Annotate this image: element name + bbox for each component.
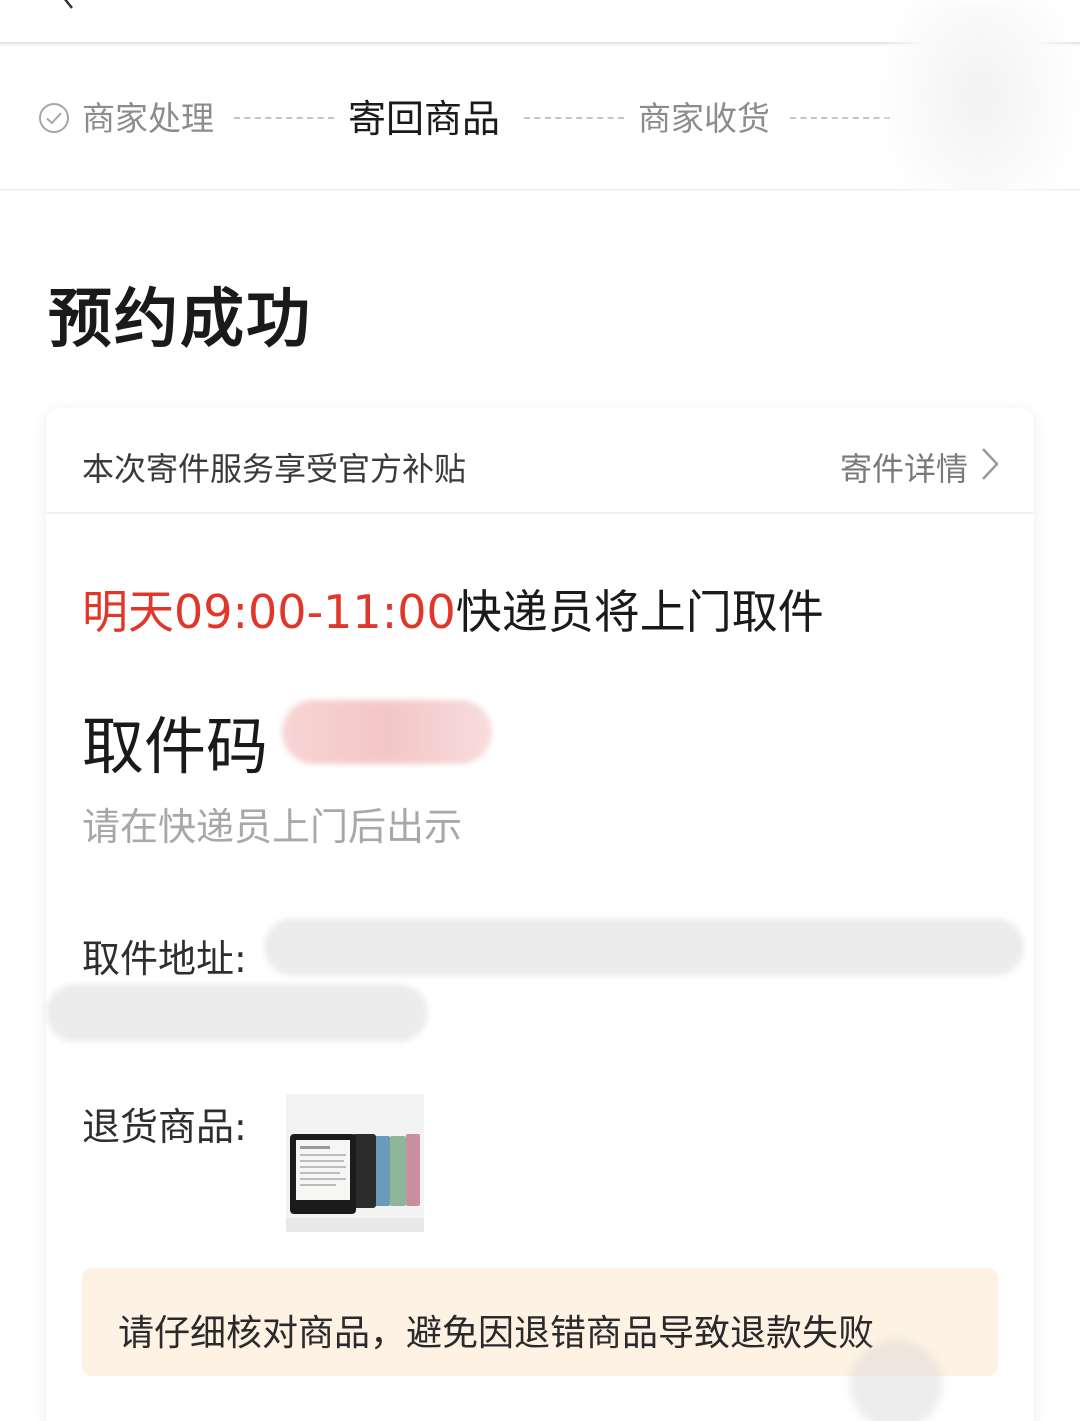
check-circle-icon xyxy=(39,103,69,133)
pickup-code-redacted xyxy=(282,700,492,764)
page-title: 预约成功 xyxy=(48,283,312,357)
chevron-left-icon[interactable] xyxy=(56,0,80,10)
notice-text: 请仔细核对商品，避免因退错商品导致退款失败 xyxy=(118,1313,875,1354)
pickup-time-highlight: 明天09:00-11:00 xyxy=(82,585,456,639)
pickup-address-redacted xyxy=(264,918,1024,976)
pickup-time-text: 明天09:00-11:00快递员将上门取件 xyxy=(82,576,824,642)
step-connector xyxy=(524,117,624,119)
step-connector xyxy=(790,117,890,119)
subsidy-text: 本次寄件服务享受官方补贴 xyxy=(82,450,467,488)
pickup-address-redacted xyxy=(46,984,428,1042)
step-return-goods: 寄回商品 xyxy=(348,97,501,141)
step-merchant-receive: 商家收货 xyxy=(638,99,770,138)
ereader-product-image xyxy=(286,1094,424,1232)
return-goods-label: 退货商品: xyxy=(82,1105,247,1149)
step-connector xyxy=(234,117,334,119)
pickup-code-label: 取件码 xyxy=(82,710,269,783)
shipping-detail-link[interactable]: 寄件详情 xyxy=(840,444,968,490)
step-merchant-processing: 商家处理 xyxy=(82,99,214,138)
card-header: 本次寄件服务享受官方补贴 寄件详情 xyxy=(46,408,1034,514)
pickup-address-label: 取件地址: xyxy=(82,937,247,981)
chevron-right-icon[interactable] xyxy=(980,446,1000,482)
screen-smudge xyxy=(850,1340,942,1421)
pickup-code-hint: 请在快递员上门后出示 xyxy=(82,805,463,849)
pickup-time-suffix: 快递员将上门取件 xyxy=(455,585,824,639)
product-thumbnail[interactable] xyxy=(286,1094,424,1232)
pickup-card: 本次寄件服务享受官方补贴 寄件详情 明天09:00-11:00快递员将上门取件 … xyxy=(46,408,1034,1421)
